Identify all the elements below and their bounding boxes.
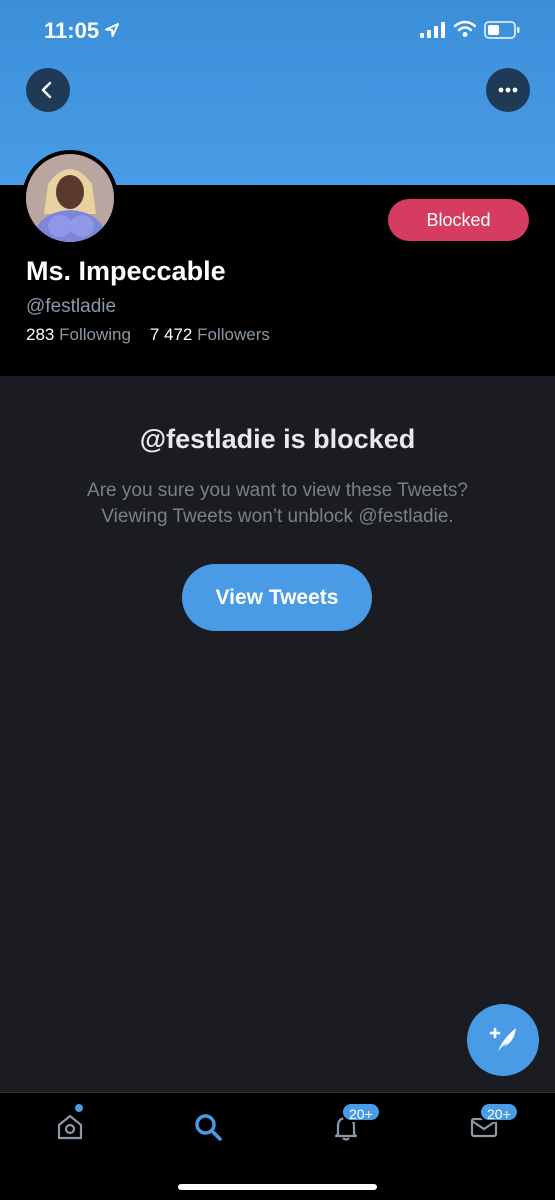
compose-tweet-button[interactable] [467,1004,539,1076]
home-unread-dot [75,1104,83,1112]
messages-badge: 20+ [479,1102,519,1122]
search-icon [195,1114,222,1141]
followers-count: 7 472 [149,325,193,344]
wifi-icon [454,20,476,37]
status-time: 11:05 [44,18,100,43]
location-arrow-icon [105,23,119,37]
compose-tweet-icon [489,1027,516,1052]
more-icon [498,87,518,93]
blocked-message-line2: Viewing Tweets won’t unblock @festladie. [101,506,454,527]
blocked-button[interactable]: Blocked [388,199,529,241]
back-arrow-icon [41,81,52,99]
following-count: 283 [26,325,55,344]
user-handle: @festladie [26,296,117,317]
blocked-title: @festladie is blocked [139,424,416,454]
notifications-badge: 20+ [341,1102,381,1122]
following-link[interactable]: 283 Following [26,325,131,344]
followers-link[interactable]: 7 472 Followers [150,325,270,344]
more-options-button[interactable] [486,68,530,112]
tab-search[interactable] [188,1107,228,1147]
display-name: Ms. Impeccable [26,256,226,286]
battery-icon [484,21,520,39]
avatar[interactable] [22,150,118,246]
following-label: Following [59,325,131,344]
followers-label: Followers [197,325,270,344]
back-button[interactable] [26,68,70,112]
view-tweets-button[interactable]: View Tweets [182,564,372,631]
blocked-message-line1: Are you sure you want to view these Twee… [87,480,468,501]
tab-home[interactable] [50,1107,90,1147]
avatar-photo [26,154,114,242]
blocked-message: Are you sure you want to view these Twee… [40,478,515,530]
follow-counts: 283 Following 7 472 Followers [26,325,270,345]
signal-icon [420,22,445,38]
home-indicator [178,1184,377,1190]
status-bar: 11:05 [0,0,555,62]
home-icon [57,1114,83,1140]
